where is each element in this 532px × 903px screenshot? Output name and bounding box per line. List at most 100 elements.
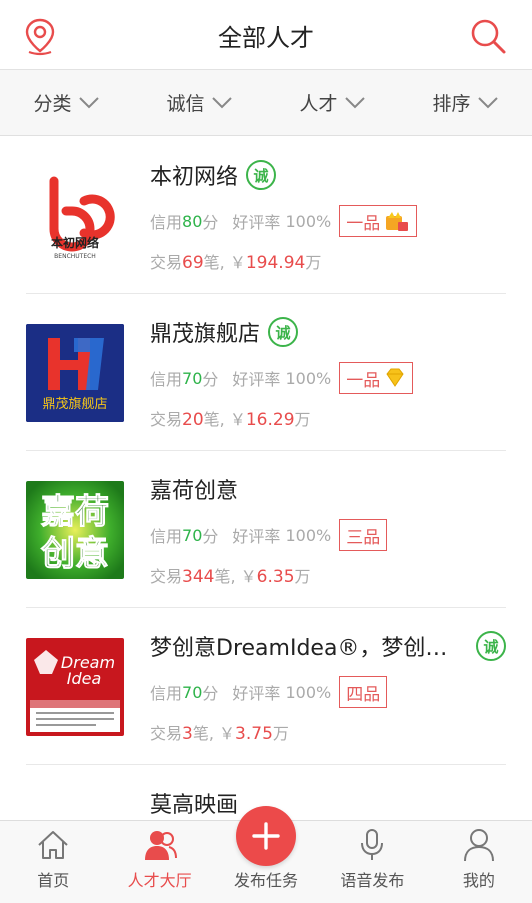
- user-icon: [463, 829, 494, 862]
- shop-name: 嘉荷创意: [150, 479, 239, 504]
- list-item[interactable]: Dream Idea 梦创意DreamIdea®，梦创意... 诚 信用 70 分 …: [26, 608, 506, 765]
- rating-label: 好评率: [232, 684, 281, 703]
- rating-value: 100%: [285, 368, 332, 388]
- rating-value: 100%: [285, 682, 332, 702]
- credit-value: 80: [182, 211, 203, 231]
- microphone-icon: [361, 829, 384, 860]
- list-item[interactable]: 鼎茂旗舰店 鼎茂旗舰店 诚 信用 70 分 好评率 100% 一品 交易20笔, ￥…: [26, 294, 506, 451]
- trade-info: 交易344笔, ￥6.35万: [150, 563, 311, 587]
- grade-label: 三品: [346, 527, 381, 548]
- trade-amount: 194.94: [245, 253, 306, 273]
- deal-unit: 笔, ￥: [203, 410, 246, 429]
- filter-bar: 分类 诚信 人才 排序: [0, 70, 532, 136]
- points-unit: 分: [202, 527, 219, 546]
- shop-name: 鼎茂旗舰店: [150, 322, 261, 347]
- grade-label: 一品: [346, 213, 381, 234]
- trade-amount: 6.35: [256, 567, 295, 587]
- grade-badge: 一品: [339, 205, 418, 237]
- deal-unit: 笔, ￥: [214, 567, 257, 586]
- credit-value: 70: [182, 525, 203, 545]
- shop-name-partial[interactable]: 莫高映画: [150, 787, 238, 819]
- publish-task-button[interactable]: [236, 806, 296, 866]
- shop-logo: 嘉荷 创意: [26, 481, 124, 579]
- rating-label: 好评率: [232, 527, 281, 546]
- verified-badge: 诚: [268, 317, 299, 347]
- grade-badge: 四品: [339, 676, 388, 708]
- wan-unit: 万: [272, 724, 289, 743]
- app-header: 全部人才: [0, 0, 532, 70]
- grade-label: 四品: [346, 684, 381, 705]
- wan-unit: 万: [294, 410, 311, 429]
- chevron-down-icon: [477, 96, 498, 108]
- deal-unit: 笔, ￥: [203, 253, 246, 272]
- rating-label: 好评率: [232, 213, 281, 232]
- shop-name: 梦创意DreamIdea®，梦创意...: [150, 636, 468, 661]
- plus-icon: [252, 822, 280, 850]
- shop-logo: Dream Idea: [26, 638, 124, 736]
- points-unit: 分: [202, 213, 219, 232]
- talent-list: 本初网络 BENCHUTECH 本初网络 诚 信用 80 分 好评率 100% 一品…: [0, 137, 532, 765]
- credit-label: 信用: [150, 213, 183, 232]
- shop-name: 本初网络: [150, 165, 239, 190]
- verified-badge: 诚: [476, 631, 506, 661]
- credit-label: 信用: [150, 370, 183, 389]
- tab-label: 发布任务: [234, 871, 299, 890]
- trade-amount: 3.75: [235, 724, 273, 744]
- logo-subtext: BENCHUTECH: [54, 253, 96, 260]
- credit-value: 70: [182, 682, 203, 702]
- filter-integrity[interactable]: 诚信: [133, 70, 266, 135]
- logo-text: 鼎茂旗舰店: [42, 396, 107, 412]
- crown-medal-icon: [386, 212, 409, 231]
- rating-value: 100%: [285, 211, 332, 231]
- rating-value: 100%: [285, 525, 332, 545]
- filter-category[interactable]: 分类: [0, 70, 133, 135]
- wan-unit: 万: [305, 253, 322, 272]
- tab-home[interactable]: 首页: [0, 821, 106, 903]
- points-unit: 分: [202, 370, 219, 389]
- shop-logo: 本初网络 BENCHUTECH: [26, 167, 124, 265]
- verified-badge: 诚: [246, 160, 277, 190]
- points-unit: 分: [202, 684, 219, 703]
- search-icon[interactable]: [468, 16, 508, 56]
- trade-label: 交易: [150, 410, 183, 429]
- logo-text-bottom: 创意: [40, 534, 109, 574]
- talent-hall-icon: [144, 831, 177, 860]
- tab-voice-publish[interactable]: 语音发布: [319, 821, 425, 903]
- credit-label: 信用: [150, 527, 183, 546]
- credit-value: 70: [182, 368, 203, 388]
- shop-meta: 信用 70 分 好评率 100% 一品: [150, 362, 414, 394]
- trade-info: 交易20笔, ￥16.29万: [150, 406, 311, 430]
- chevron-down-icon: [211, 96, 232, 108]
- trade-info: 交易3笔, ￥3.75万: [150, 720, 289, 744]
- filter-label: 排序: [432, 93, 471, 115]
- filter-talent[interactable]: 人才: [266, 70, 399, 135]
- filter-sort[interactable]: 排序: [399, 70, 532, 135]
- logo-text: 本初网络: [51, 235, 99, 250]
- trade-label: 交易: [150, 567, 183, 586]
- tab-label: 首页: [37, 871, 70, 890]
- list-item[interactable]: 嘉荷 创意 嘉荷创意 信用 70 分 好评率 100% 三品 交易344笔, ￥6.…: [26, 451, 506, 608]
- rating-label: 好评率: [232, 370, 281, 389]
- wan-unit: 万: [294, 567, 311, 586]
- tab-talent-hall[interactable]: 人才大厅: [106, 821, 212, 903]
- logo-text-top: 嘉荷: [41, 492, 109, 532]
- deal-unit: 笔, ￥: [192, 724, 236, 743]
- trade-amount: 16.29: [245, 410, 295, 430]
- grade-badge: 三品: [339, 519, 388, 551]
- trade-label: 交易: [150, 253, 183, 272]
- home-icon: [38, 831, 68, 859]
- tab-mine[interactable]: 我的: [426, 821, 532, 903]
- deal-count: 69: [182, 253, 204, 273]
- deal-count: 344: [182, 567, 215, 587]
- filter-label: 分类: [33, 93, 72, 115]
- list-item[interactable]: 本初网络 BENCHUTECH 本初网络 诚 信用 80 分 好评率 100% 一品…: [26, 137, 506, 294]
- tab-label: 我的: [462, 871, 495, 890]
- filter-label: 诚信: [166, 93, 205, 115]
- chevron-down-icon: [78, 96, 99, 108]
- deal-count: 3: [182, 724, 193, 744]
- logo-text-idea: Idea: [67, 669, 102, 688]
- trade-info: 交易69笔, ￥194.94万: [150, 249, 321, 273]
- grade-badge: 一品: [339, 362, 414, 394]
- shop-logo: 鼎茂旗舰店: [26, 324, 124, 422]
- tab-label: 人才大厅: [127, 871, 192, 890]
